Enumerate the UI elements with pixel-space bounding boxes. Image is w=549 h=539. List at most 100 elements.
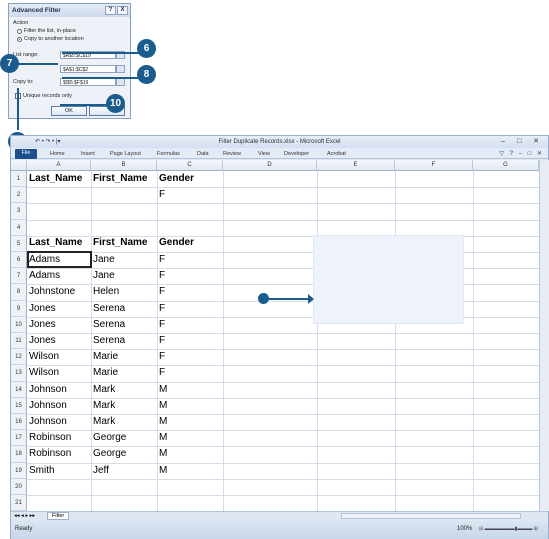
radio-filter-in-place[interactable] (17, 29, 22, 34)
record-cell-first-name[interactable]: Jane (93, 269, 115, 283)
criteria-header-gender[interactable]: Gender (159, 172, 194, 186)
row-header[interactable]: 3 (11, 203, 27, 220)
criteria-range-collapse-button[interactable] (116, 65, 125, 73)
row-header[interactable]: 17 (11, 430, 27, 447)
record-cell-first-name[interactable]: Jane (93, 253, 115, 267)
help-button[interactable]: ? (105, 6, 116, 15)
ok-button[interactable]: OK (51, 106, 87, 116)
column-header-d[interactable]: D (223, 160, 317, 171)
tab-view[interactable]: View (258, 151, 270, 157)
list-header-gender[interactable]: Gender (159, 236, 194, 250)
criteria-value-gender[interactable]: F (159, 188, 165, 202)
radio-copy-to-location-label[interactable]: Copy to another location (24, 36, 84, 42)
record-cell-last-name[interactable]: Jones (29, 302, 56, 316)
criteria-header-last-name[interactable]: Last_Name (29, 172, 82, 186)
tab-formulas[interactable]: Formulas (157, 151, 180, 157)
record-cell-first-name[interactable]: Mark (93, 383, 115, 397)
row-header[interactable]: 8 (11, 284, 27, 301)
record-cell-first-name[interactable]: Helen (93, 285, 119, 299)
window-controls[interactable]: – □ ✕ (501, 137, 544, 145)
horizontal-scrollbar[interactable] (341, 513, 521, 519)
worksheet-grid[interactable]: A B C D E F G 1 2 3 4 5 6 7 8 9 10 11 12 13 14 15 16 17 1… (11, 160, 539, 511)
row-header[interactable]: 2 (11, 187, 27, 204)
row-header[interactable]: 21 (11, 495, 27, 511)
tab-home[interactable]: Home (50, 151, 65, 157)
row-header[interactable]: 4 (11, 219, 27, 236)
row-header[interactable]: 14 (11, 381, 27, 398)
record-cell-gender[interactable]: F (159, 302, 165, 316)
record-cell-first-name[interactable]: Serena (93, 334, 125, 348)
record-cell-gender[interactable]: F (159, 318, 165, 332)
row-header[interactable]: 1 (11, 171, 27, 188)
sheet-tab-filter[interactable]: Filter (47, 512, 70, 520)
criteria-range-field[interactable]: $A$1:$C$2 (60, 65, 116, 73)
record-cell-last-name[interactable]: Johnson (29, 415, 67, 429)
radio-copy-to-location[interactable] (17, 37, 22, 42)
record-cell-gender[interactable]: F (159, 334, 165, 348)
record-cell-gender[interactable]: F (159, 253, 165, 267)
record-cell-first-name[interactable]: Marie (93, 366, 118, 380)
record-cell-last-name[interactable]: Jones (29, 334, 56, 348)
column-header-e[interactable]: E (317, 160, 395, 171)
select-all-corner[interactable] (11, 160, 27, 171)
sheet-nav-buttons[interactable]: ◂◂ ◂ ▸ ▸▸ (14, 513, 35, 519)
row-header[interactable]: 16 (11, 414, 27, 431)
criteria-header-first-name[interactable]: First_Name (93, 172, 147, 186)
record-cell-first-name[interactable]: Serena (93, 318, 125, 332)
record-cell-last-name[interactable]: Smith (29, 464, 55, 478)
column-header-f[interactable]: F (395, 160, 473, 171)
tab-data[interactable]: Data (197, 151, 209, 157)
record-cell-first-name[interactable]: Mark (93, 399, 115, 413)
column-header-g[interactable]: G (473, 160, 539, 171)
row-header[interactable]: 18 (11, 446, 27, 463)
row-header[interactable]: 7 (11, 268, 27, 285)
record-cell-first-name[interactable]: Jeff (93, 464, 109, 478)
record-cell-gender[interactable]: F (159, 350, 165, 364)
record-cell-last-name[interactable]: Robinson (29, 447, 71, 461)
close-button[interactable]: X (117, 6, 128, 15)
list-header-first-name[interactable]: First_Name (93, 236, 147, 250)
record-cell-last-name[interactable]: Wilson (29, 366, 59, 380)
file-tab[interactable]: File (15, 149, 37, 159)
record-cell-first-name[interactable]: Serena (93, 302, 125, 316)
vertical-scrollbar[interactable] (539, 160, 549, 511)
unique-records-label[interactable]: Unique records only (23, 93, 72, 99)
zoom-level[interactable]: 100% (457, 526, 472, 532)
record-cell-gender[interactable]: F (159, 269, 165, 283)
tab-page-layout[interactable]: Page Layout (110, 151, 141, 157)
record-cell-last-name[interactable]: Jones (29, 318, 56, 332)
record-cell-last-name[interactable]: Wilson (29, 350, 59, 364)
column-header-c[interactable]: C (157, 160, 223, 171)
zoom-slider[interactable]: ⊟ ▬▬▬▬▬▬▮▬▬▬ ⊞ (479, 526, 538, 532)
ribbon-help-controls[interactable]: ▽ ? – □ ✕ (499, 150, 544, 157)
tab-review[interactable]: Review (223, 151, 241, 157)
record-cell-last-name[interactable]: Robinson (29, 431, 71, 445)
record-cell-gender[interactable]: M (159, 464, 167, 478)
record-cell-first-name[interactable]: George (93, 447, 126, 461)
record-cell-last-name[interactable]: Johnson (29, 399, 67, 413)
record-cell-gender[interactable]: M (159, 399, 167, 413)
record-cell-gender[interactable]: M (159, 383, 167, 397)
column-header-b[interactable]: B (91, 160, 157, 171)
row-header[interactable]: 11 (11, 333, 27, 350)
record-cell-gender[interactable]: M (159, 431, 167, 445)
row-header[interactable]: 13 (11, 365, 27, 382)
record-cell-last-name[interactable]: Adams (29, 269, 60, 283)
column-header-a[interactable]: A (27, 160, 91, 171)
record-cell-gender[interactable]: M (159, 415, 167, 429)
record-cell-last-name[interactable]: Johnstone (29, 285, 75, 299)
record-cell-first-name[interactable]: Mark (93, 415, 115, 429)
row-header[interactable]: 6 (11, 252, 27, 269)
copy-to-field[interactable]: $I$5:$F$19 (60, 78, 116, 86)
tab-insert[interactable]: Insert (81, 151, 95, 157)
list-header-last-name[interactable]: Last_Name (29, 236, 82, 250)
record-cell-first-name[interactable]: Marie (93, 350, 118, 364)
row-header[interactable]: 5 (11, 235, 27, 252)
tab-acrobat[interactable]: Acrobat (327, 151, 346, 157)
row-header[interactable]: 10 (11, 316, 27, 333)
record-cell-gender[interactable]: F (159, 285, 165, 299)
row-header[interactable]: 12 (11, 349, 27, 366)
tab-developer[interactable]: Developer (284, 151, 309, 157)
record-cell-last-name[interactable]: Johnson (29, 383, 67, 397)
row-header[interactable]: 9 (11, 300, 27, 317)
